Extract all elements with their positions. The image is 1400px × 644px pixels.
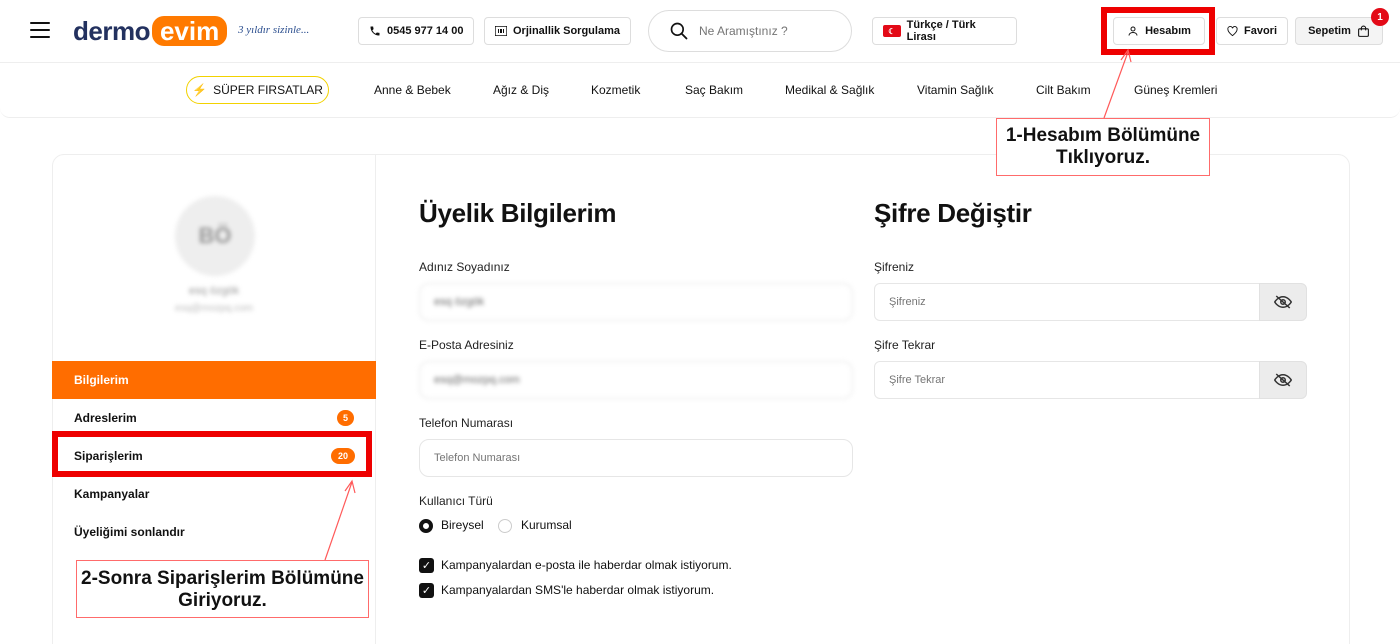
email-consent-label: Kampanyalardan e-posta ile haberdar olma… xyxy=(441,558,732,572)
toggle-repeat-password-visibility[interactable] xyxy=(1259,361,1307,399)
email-label: E-Posta Adresiniz xyxy=(419,338,514,352)
logo-text-evim: evim xyxy=(151,16,228,46)
sidebar-item-label: Kampanyalar xyxy=(74,487,150,501)
logo-text-dermo: dermo xyxy=(73,15,150,46)
toggle-password-visibility[interactable] xyxy=(1259,283,1307,321)
name-label: Adınız Soyadınız xyxy=(419,260,510,274)
cart-button[interactable]: Sepetim xyxy=(1295,17,1383,45)
individual-radio[interactable] xyxy=(419,519,433,533)
user-type-label: Kullanıcı Türü xyxy=(419,494,493,508)
search-input[interactable] xyxy=(699,24,839,38)
sidebar-item-label: Üyeliğimi sonlandır xyxy=(74,525,185,539)
nav-item-mother-baby[interactable]: Anne & Bebek xyxy=(374,83,451,97)
password-label: Şifreniz xyxy=(874,260,915,274)
eye-off-icon xyxy=(1274,295,1292,309)
user-email: esq@mozpq.com xyxy=(175,303,253,314)
repeat-password-label: Şifre Tekrar xyxy=(874,338,936,352)
phone-icon xyxy=(370,26,380,36)
user-name: esq özgök xyxy=(188,285,240,297)
originality-check-button[interactable]: Orjinallik Sorgulama xyxy=(484,17,631,45)
password-title: Şifre Değiştir xyxy=(874,198,1032,228)
search-box[interactable] xyxy=(648,10,852,52)
menu-icon[interactable] xyxy=(30,22,50,38)
lightning-icon: ⚡ xyxy=(192,83,208,97)
sidebar-item-campaigns[interactable]: Kampanyalar xyxy=(52,475,376,513)
barcode-icon xyxy=(495,26,507,36)
phone-field[interactable] xyxy=(419,439,853,477)
cart-count-badge: 1 xyxy=(1371,8,1389,26)
nav-item-skin-care[interactable]: Cilt Bakım xyxy=(1036,83,1091,97)
heart-icon xyxy=(1227,26,1238,37)
nav-item-hair-care[interactable]: Saç Bakım xyxy=(685,83,743,97)
sms-consent-checkbox[interactable]: ✓ xyxy=(419,583,434,598)
cart-label: Sepetim xyxy=(1308,25,1351,37)
phone-label: Telefon Numarası xyxy=(419,416,514,430)
favorites-label: Favori xyxy=(1243,25,1277,37)
nav-item-vitamin[interactable]: Vitamin Sağlık xyxy=(917,83,993,97)
highlight-account-button xyxy=(1101,7,1215,55)
sidebar-item-info[interactable]: Bilgilerim xyxy=(52,361,376,399)
sms-consent-label: Kampanyalardan SMS'le haberdar olmak ist… xyxy=(441,583,715,597)
addresses-count-badge: 5 xyxy=(337,410,354,426)
category-nav: ⚡ SÜPER FIRSATLAR Anne & Bebek Ağız & Di… xyxy=(0,63,1400,118)
eye-off-icon xyxy=(1274,373,1292,387)
nav-item-sunscreen[interactable]: Güneş Kremleri xyxy=(1134,83,1217,97)
corporate-radio-label: Kurumsal xyxy=(521,518,572,532)
logo[interactable]: dermo evim xyxy=(73,15,228,47)
turkey-flag-icon: ☾ xyxy=(883,25,901,37)
originality-check-label: Orjinallik Sorgulama xyxy=(513,25,620,37)
password-field[interactable] xyxy=(874,283,1260,321)
page: dermo evim 3 yıldır sizinle... 0545 977 … xyxy=(0,0,1400,644)
nav-item-cosmetics[interactable]: Kozmetik xyxy=(591,83,640,97)
super-deals-button[interactable]: ⚡ SÜPER FIRSATLAR xyxy=(186,76,329,104)
phone-number: 0545 977 14 00 xyxy=(387,25,464,37)
name-field[interactable]: esq özgök xyxy=(419,283,853,321)
sidebar-item-label: Bilgilerim xyxy=(74,373,129,387)
bag-icon xyxy=(1357,25,1369,37)
nav-item-oral-dental[interactable]: Ağız & Diş xyxy=(493,83,549,97)
avatar: BÖ xyxy=(175,196,255,276)
email-consent-checkbox[interactable]: ✓ xyxy=(419,558,434,573)
sidebar-item-cancel-membership[interactable]: Üyeliğimi sonlandır xyxy=(52,513,376,551)
search-icon[interactable] xyxy=(669,21,689,41)
favorites-button[interactable]: Favori xyxy=(1216,17,1288,45)
super-deals-label: SÜPER FIRSATLAR xyxy=(213,83,323,97)
corporate-radio[interactable] xyxy=(498,519,512,533)
language-label: Türkçe / Türk Lirası xyxy=(906,19,976,43)
language-currency-button[interactable]: ☾ Türkçe / Türk Lirası xyxy=(872,17,1017,45)
email-field[interactable]: esq@mozpq.com xyxy=(419,361,853,399)
individual-radio-label: Bireysel xyxy=(441,518,484,532)
annotation-step2: 2-Sonra Siparişlerim Bölümüne Giriyoruz. xyxy=(76,560,369,618)
nav-item-medical[interactable]: Medikal & Sağlık xyxy=(785,83,874,97)
annotation-step1: 1-Hesabım Bölümüne Tıklıyoruz. xyxy=(996,118,1210,176)
sidebar-item-label: Adreslerim xyxy=(74,411,137,425)
repeat-password-field[interactable] xyxy=(874,361,1260,399)
tagline: 3 yıldır sizinle... xyxy=(238,24,310,36)
highlight-orders-item xyxy=(52,431,372,477)
phone-button[interactable]: 0545 977 14 00 xyxy=(358,17,475,45)
profile-title: Üyelik Bilgilerim xyxy=(419,198,617,228)
